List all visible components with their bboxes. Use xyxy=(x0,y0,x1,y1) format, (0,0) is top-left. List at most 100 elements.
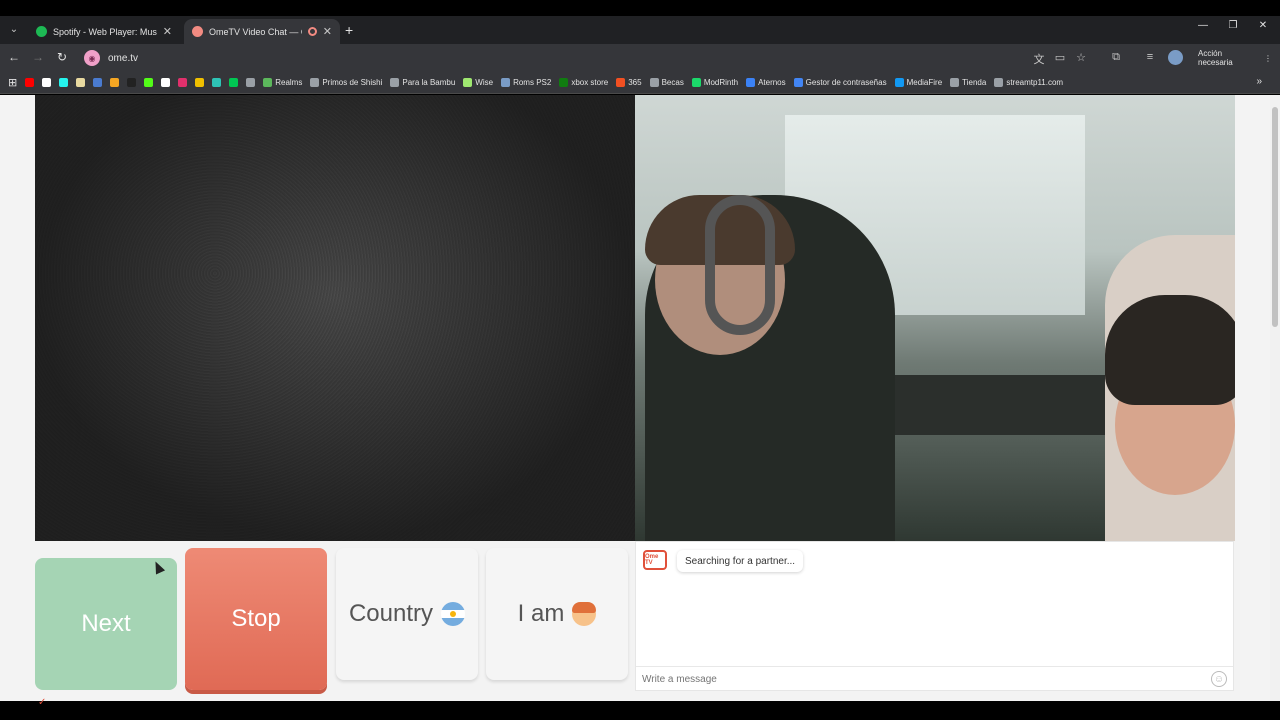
bookmark-favicon-icon xyxy=(178,78,188,87)
bookmark-item[interactable]: ModRinth xyxy=(691,78,739,87)
action-needed-label: Acción necesaria xyxy=(1198,49,1233,67)
bookmark-item[interactable] xyxy=(110,78,120,87)
back-icon[interactable]: ← xyxy=(6,50,22,64)
bookmark-favicon-icon xyxy=(76,78,86,87)
bookmark-item[interactable] xyxy=(246,78,256,87)
window-close-icon[interactable]: ✕ xyxy=(1248,20,1278,31)
profile-avatar[interactable] xyxy=(1168,50,1183,65)
bookmarks-bar: ⊞ Realms Primos de Shishi Para la Bambu Wis… xyxy=(0,72,1280,94)
bookmark-favicon-icon xyxy=(25,78,35,87)
remote-video xyxy=(635,95,1235,541)
bookmark-favicon-icon xyxy=(501,78,511,87)
minimize-icon[interactable]: — xyxy=(1188,20,1218,31)
bookmark-item[interactable] xyxy=(127,78,137,87)
bookmark-item[interactable]: Tienda xyxy=(950,78,986,87)
tab-search-icon[interactable]: ⌄ xyxy=(5,20,23,38)
bookmark-item[interactable] xyxy=(42,78,52,87)
media-control-icon[interactable]: ≡ xyxy=(1143,51,1157,63)
bookmark-star-icon[interactable]: ☆ xyxy=(1074,51,1088,64)
new-tab-icon[interactable]: + xyxy=(345,22,353,38)
bookmark-favicon-icon xyxy=(42,78,52,87)
bookmark-item[interactable] xyxy=(76,78,86,87)
bookmark-item[interactable] xyxy=(195,78,205,87)
close-icon[interactable]: ✕ xyxy=(323,25,332,38)
message-input[interactable] xyxy=(642,670,1202,688)
bookmark-favicon-icon xyxy=(793,78,803,87)
bookmark-favicon-icon xyxy=(616,78,626,87)
bookmark-favicon-icon xyxy=(212,78,222,87)
argentina-flag-icon xyxy=(441,602,466,626)
bookmark-item[interactable]: Becas xyxy=(649,78,684,87)
bookmark-favicon-icon xyxy=(59,78,69,87)
bookmark-label: Para la Bambu xyxy=(402,78,456,87)
bookmark-favicon-icon xyxy=(127,78,137,87)
bookmark-item[interactable]: Realms xyxy=(263,78,302,87)
bookmark-item[interactable]: Aternos xyxy=(746,78,786,87)
bookmark-label: Tienda xyxy=(962,78,987,87)
bookmark-label: ModRinth xyxy=(703,78,739,87)
scrollbar-thumb[interactable] xyxy=(1272,107,1278,327)
tab-spotify[interactable]: Spotify - Web Player: Music for ✕ xyxy=(28,19,180,44)
apps-grid-icon[interactable]: ⊞ xyxy=(8,76,17,89)
bookmark-item[interactable] xyxy=(161,78,171,87)
action-needed-button[interactable]: Acción necesaria ⋮ xyxy=(1190,49,1280,67)
next-button[interactable]: Next xyxy=(35,558,177,690)
bookmark-item[interactable]: Gestor de contraseñas xyxy=(793,78,887,87)
bookmark-favicon-icon xyxy=(559,78,569,87)
video-person2-hair xyxy=(1105,295,1235,405)
bookmark-item[interactable] xyxy=(212,78,222,87)
bookmark-item[interactable]: 365 xyxy=(616,78,642,87)
translate-icon[interactable]: 文 xyxy=(1032,51,1046,67)
bookmark-label: Gestor de contraseñas xyxy=(805,78,887,87)
bookmark-label: MediaFire xyxy=(906,78,943,87)
site-info-icon[interactable]: ◉ xyxy=(84,50,100,66)
more-bookmarks-icon[interactable]: » xyxy=(1256,76,1262,87)
bookmark-favicon-icon xyxy=(263,78,273,87)
address-bar[interactable]: ◉ ome.tv xyxy=(80,46,1100,70)
kebab-menu-icon[interactable]: ⋮ xyxy=(1264,54,1272,63)
page-scrollbar[interactable] xyxy=(1270,95,1280,701)
bookmark-item[interactable] xyxy=(178,78,188,87)
close-icon[interactable]: ✕ xyxy=(163,25,172,38)
bookmark-item[interactable]: Para la Bambu xyxy=(390,78,455,87)
bookmark-favicon-icon xyxy=(463,78,473,87)
ometv-logo-icon: Ome TV xyxy=(643,550,667,570)
bookmark-label: xbox store xyxy=(571,78,609,87)
bookmark-item[interactable] xyxy=(25,78,35,87)
bookmark-item[interactable] xyxy=(59,78,69,87)
bookmark-favicon-icon xyxy=(144,78,154,87)
cast-icon[interactable]: ▭ xyxy=(1053,51,1067,64)
screen-top-border xyxy=(0,0,1280,16)
reload-icon[interactable]: ↻ xyxy=(54,50,70,64)
gender-label: I am xyxy=(517,600,565,627)
forward-icon[interactable]: → xyxy=(30,50,46,64)
bookmark-item[interactable]: Primos de Shishi xyxy=(310,78,382,87)
bookmark-favicon-icon xyxy=(649,78,659,87)
screen-bottom-border xyxy=(0,701,1280,720)
bookmark-item[interactable] xyxy=(229,78,239,87)
bookmark-favicon-icon xyxy=(310,78,320,87)
tab-ometv[interactable]: OmeTV Video Chat — Ome ✕ xyxy=(184,19,340,44)
bookmark-item[interactable]: streamtp11.com xyxy=(994,78,1063,87)
boy-face-icon xyxy=(572,602,597,626)
next-label: Next xyxy=(81,610,131,637)
bookmark-item[interactable] xyxy=(93,78,103,87)
emoji-icon[interactable]: ☺ xyxy=(1211,671,1227,687)
gender-button[interactable]: I am xyxy=(486,548,628,680)
bookmark-item[interactable]: Wise xyxy=(463,78,493,87)
bookmark-item[interactable]: xbox store xyxy=(559,78,608,87)
bookmark-item[interactable] xyxy=(144,78,154,87)
bookmark-item[interactable]: MediaFire xyxy=(894,78,943,87)
extensions-icon[interactable]: ⧉ xyxy=(1109,51,1123,64)
restore-icon[interactable]: ❐ xyxy=(1218,20,1248,31)
bookmark-favicon-icon xyxy=(390,78,400,87)
bookmark-item[interactable]: Roms PS2 xyxy=(501,78,551,87)
bookmark-favicon-icon xyxy=(746,78,756,87)
ometv-icon xyxy=(192,26,203,37)
bookmark-favicon-icon xyxy=(691,78,701,87)
local-video-static xyxy=(35,95,635,541)
country-button[interactable]: Country xyxy=(336,548,478,680)
stop-button[interactable]: Stop xyxy=(185,548,327,690)
stop-label: Stop xyxy=(231,605,281,632)
bookmark-favicon-icon xyxy=(894,78,904,87)
